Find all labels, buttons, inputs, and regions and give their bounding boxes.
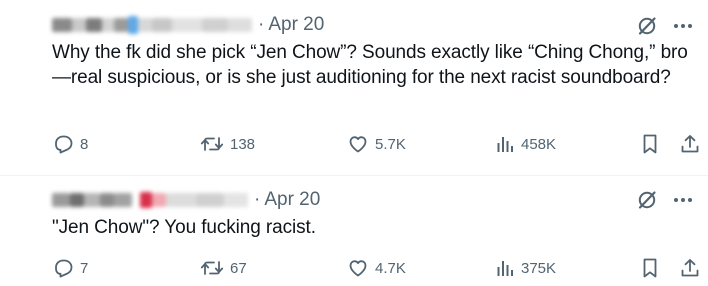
bookmark-button[interactable]	[640, 133, 660, 155]
views-button[interactable]: 375K	[495, 258, 556, 278]
reply-button[interactable]: 8	[52, 133, 88, 155]
reply-icon	[52, 257, 74, 279]
like-count: 4.7K	[375, 259, 406, 277]
blurred-username	[52, 192, 248, 208]
repost-count: 67	[230, 259, 247, 277]
views-count: 375K	[521, 259, 557, 277]
views-icon	[495, 134, 515, 154]
share-icon	[679, 133, 701, 155]
repost-count: 138	[230, 135, 256, 153]
tweet-actions: 7 67 4.7K 375K	[52, 257, 701, 279]
tweet-header: · Apr 20	[52, 189, 320, 211]
tweet-text: "Jen Chow"? You fucking racist.	[52, 217, 316, 238]
views-count: 458K	[521, 135, 557, 153]
blurred-username	[52, 16, 252, 34]
repost-button[interactable]: 138	[200, 133, 255, 155]
more-icon[interactable]	[672, 189, 694, 211]
bookmark-icon	[640, 133, 660, 155]
repost-icon	[200, 133, 224, 155]
grok-icon[interactable]	[636, 15, 658, 37]
share-button[interactable]	[679, 257, 701, 279]
bookmark-icon	[640, 257, 660, 279]
share-icon	[679, 257, 701, 279]
tweet-date[interactable]: · Apr 20	[254, 189, 320, 211]
views-icon	[495, 258, 515, 278]
grok-icon[interactable]	[636, 189, 658, 211]
like-button[interactable]: 5.7K	[347, 133, 406, 155]
more-icon[interactable]	[672, 15, 694, 37]
tweet-2[interactable]: ·Apr 20 "Jen Chow"? You fucking racist.	[0, 176, 708, 286]
heart-icon	[347, 257, 369, 279]
reply-button[interactable]: 7	[52, 257, 88, 279]
repost-button[interactable]: 67	[200, 257, 247, 279]
repost-icon	[200, 257, 224, 279]
tweet-text: Why the fk did she pick “Jen Chow”? Soun…	[52, 42, 688, 88]
like-button[interactable]: 4.7K	[347, 257, 406, 279]
like-count: 5.7K	[375, 135, 406, 153]
reply-icon	[52, 133, 74, 155]
reply-count: 8	[80, 135, 89, 153]
tweet-1[interactable]: · Apr 20 Why the fk did she pick “Jen Cho…	[0, 0, 708, 176]
tweet-actions: 8 138 5.7K 458K	[52, 133, 701, 155]
tweet-date[interactable]: · Apr 20	[258, 14, 324, 36]
bookmark-button[interactable]	[640, 257, 660, 279]
views-button[interactable]: 458K	[495, 134, 556, 154]
tweet-header: · Apr 20	[52, 14, 324, 36]
reply-count: 7	[80, 259, 89, 277]
share-button[interactable]	[679, 133, 701, 155]
heart-icon	[347, 133, 369, 155]
